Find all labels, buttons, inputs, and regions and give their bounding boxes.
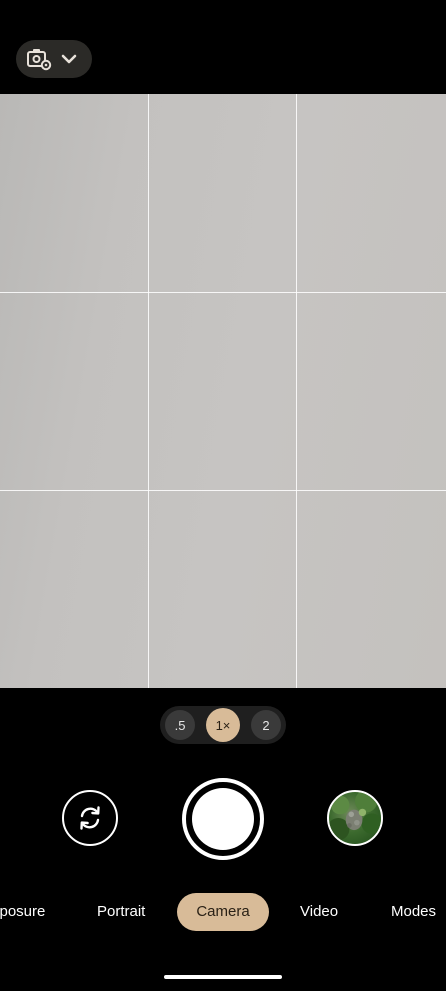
camera-settings-icon (27, 49, 52, 71)
mode-exposure[interactable]: xposure (0, 893, 45, 931)
mode-portrait[interactable]: Portrait (97, 893, 145, 931)
camera-flip-icon (80, 806, 100, 830)
photo-preview-image (329, 792, 381, 841)
grid-line (148, 94, 149, 688)
shutter-inner (192, 788, 254, 850)
camera-screen: .5 1× 2 xposure Portrait Camera (0, 0, 446, 991)
zoom-selector: .5 1× 2 (160, 706, 286, 744)
viewfinder[interactable] (0, 94, 446, 688)
mode-modes[interactable]: Modes (391, 893, 436, 931)
mode-carousel: xposure Portrait Camera Video Modes (0, 893, 446, 931)
grid-line (0, 490, 446, 491)
camera-flip-button[interactable] (62, 790, 118, 846)
last-photo-thumbnail[interactable] (327, 790, 383, 846)
mode-camera[interactable]: Camera (177, 893, 269, 931)
grid-line (296, 94, 297, 688)
camera-settings-button[interactable] (16, 40, 92, 78)
grid-line (0, 292, 446, 293)
zoom-1x-button[interactable]: 1× (206, 708, 240, 742)
chevron-down-icon (61, 54, 77, 64)
zoom-0.5x-button[interactable]: .5 (165, 710, 195, 740)
home-indicator[interactable] (164, 975, 282, 979)
zoom-2x-button[interactable]: 2 (251, 710, 281, 740)
shutter-button[interactable] (182, 778, 264, 860)
mode-video[interactable]: Video (300, 893, 338, 931)
